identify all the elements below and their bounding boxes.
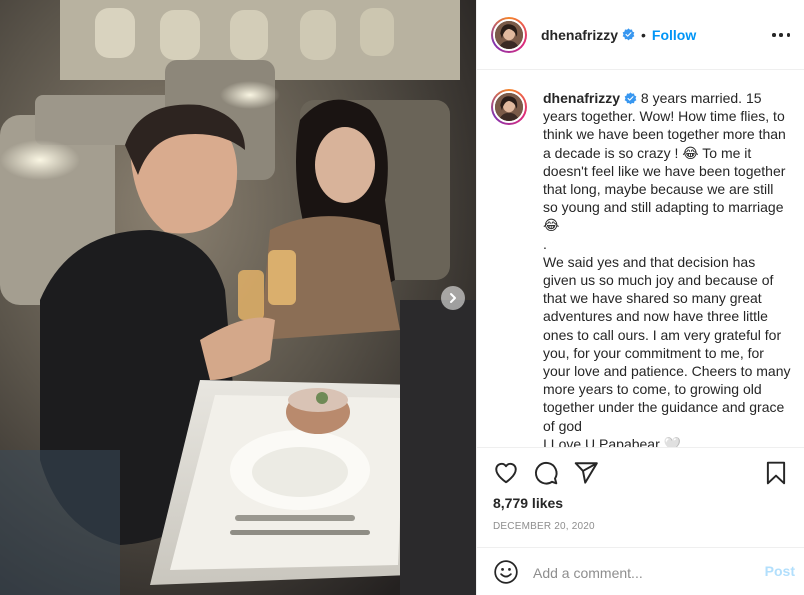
like-button[interactable]: [493, 460, 519, 486]
like-count[interactable]: 8,779 likes: [493, 495, 563, 511]
post-header: dhenafrizzy • Follow: [477, 0, 804, 70]
avatar[interactable]: [491, 16, 527, 53]
caption-avatar[interactable]: [491, 89, 527, 125]
save-button[interactable]: [763, 460, 789, 486]
heart-icon: [495, 462, 517, 484]
post-date[interactable]: DECEMBER 20, 2020: [493, 521, 595, 532]
actions-bar: 8,779 likes DECEMBER 20, 2020 Post: [477, 447, 804, 595]
caption-body: 8 years married. 15 years together. Wow!…: [543, 90, 791, 447]
verified-badge-icon: [622, 28, 635, 41]
photo-image: [0, 0, 476, 595]
smiley-icon: [494, 560, 518, 584]
paper-plane-icon: [574, 462, 598, 484]
follow-button[interactable]: Follow: [652, 27, 696, 43]
comment-button[interactable]: [533, 460, 559, 486]
carousel-next-button[interactable]: [441, 286, 465, 310]
avatar-image: [495, 20, 523, 49]
avatar-image: [495, 93, 523, 121]
emoji-button[interactable]: [493, 559, 519, 585]
caption: dhenafrizzy 8 years married. 15 years to…: [491, 89, 791, 447]
separator-dot: •: [641, 26, 646, 43]
post-comment-button[interactable]: Post: [765, 563, 795, 579]
comment-bar: Post: [477, 547, 804, 595]
more-options-icon[interactable]: [772, 26, 790, 44]
post-photo[interactable]: [0, 0, 476, 595]
chevron-right-icon: [450, 293, 456, 303]
verified-badge-icon: [624, 92, 637, 105]
comment-input[interactable]: [533, 562, 753, 584]
share-button[interactable]: [573, 460, 599, 486]
bookmark-icon: [766, 461, 786, 485]
caption-text: dhenafrizzy 8 years married. 15 years to…: [543, 89, 791, 447]
caption-username[interactable]: dhenafrizzy: [543, 90, 620, 106]
post-username[interactable]: dhenafrizzy: [541, 27, 618, 43]
caption-section: dhenafrizzy 8 years married. 15 years to…: [477, 71, 804, 447]
post-details-panel: dhenafrizzy • Follow dhenafrizzy 8 years…: [476, 0, 804, 595]
comment-icon: [535, 461, 558, 485]
